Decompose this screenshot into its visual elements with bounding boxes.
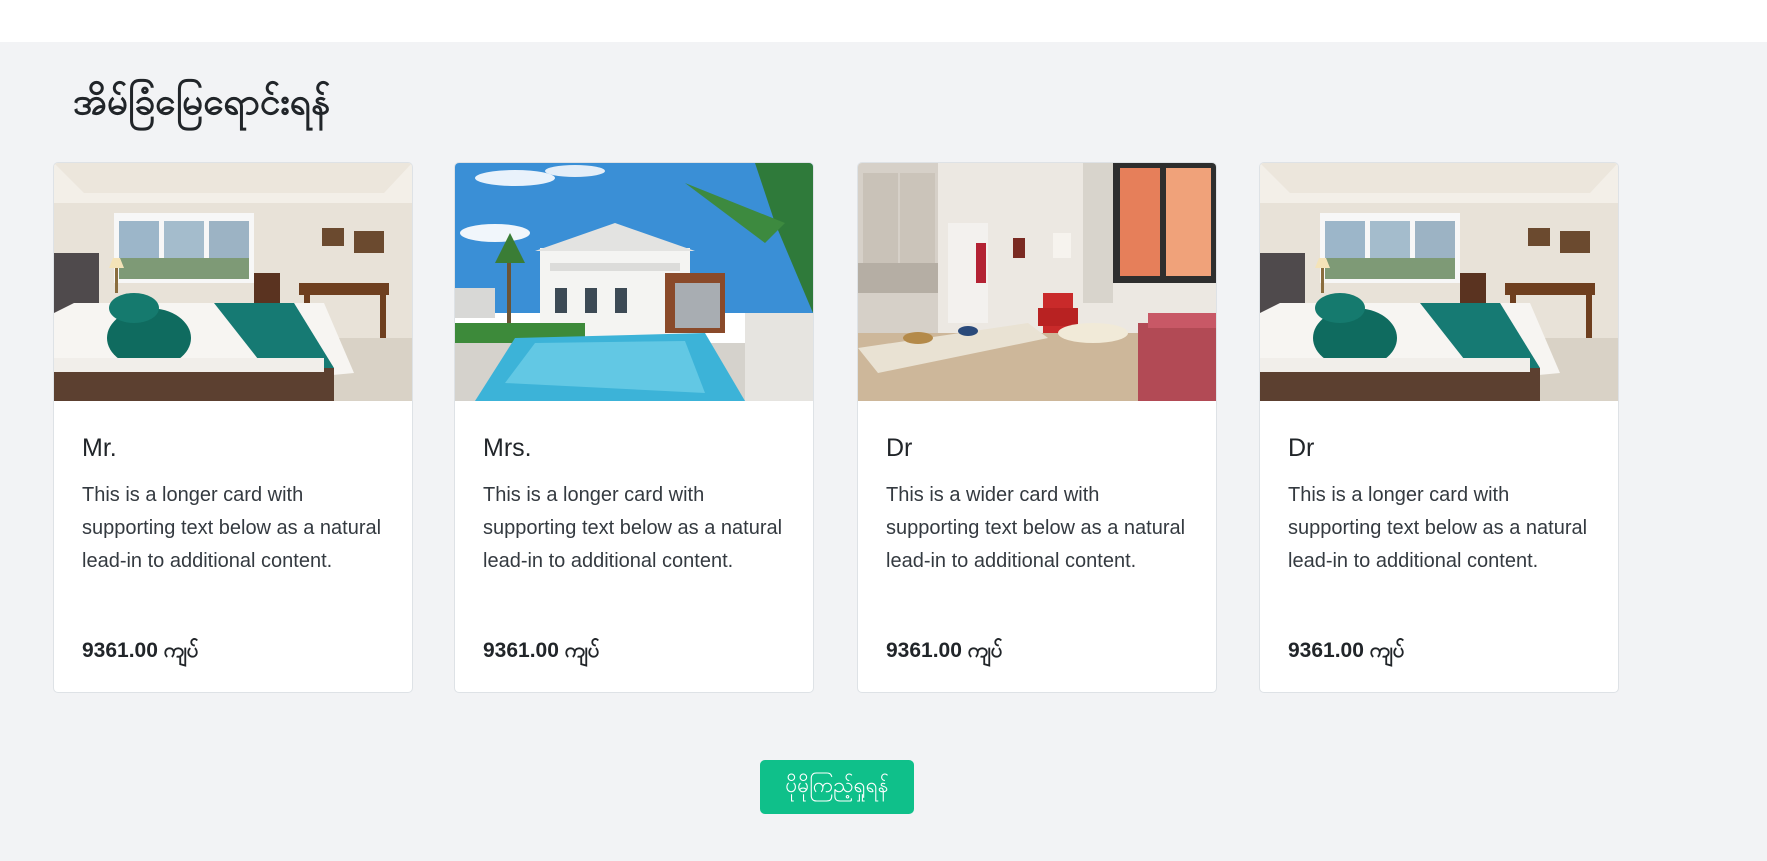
property-card[interactable]: Mr. This is a longer card with supportin… (53, 162, 413, 693)
bedroom-photo (1260, 163, 1618, 401)
card-title: Dr (886, 434, 913, 462)
property-card[interactable]: Mrs. This is a longer card with supporti… (454, 162, 814, 693)
property-card[interactable]: Dr This is a longer card with supporting… (1259, 162, 1619, 693)
view-more-button[interactable]: ပိုမိုကြည့်ရှုရန် (760, 760, 914, 814)
living-room-photo (858, 163, 1216, 401)
card-title: Dr (1288, 434, 1315, 462)
card-price: 9361.00 ကျပ် (1288, 639, 1405, 662)
listings-section: အိမ်ခြံမြေရောင်းရန် Mr. This is a longer… (0, 42, 1767, 861)
section-heading: အိမ်ခြံမြေရောင်းရန် (73, 80, 331, 123)
card-title: Mr. (82, 434, 117, 462)
house-pool-photo (455, 163, 813, 401)
card-text: This is a longer card with supporting te… (483, 484, 783, 572)
property-card[interactable]: Dr This is a wider card with supporting … (857, 162, 1217, 693)
card-text: This is a wider card with supporting tex… (886, 484, 1186, 572)
card-price: 9361.00 ကျပ် (886, 639, 1003, 662)
card-text: This is a longer card with supporting te… (82, 484, 382, 572)
top-bar (0, 0, 1767, 42)
card-price: 9361.00 ကျပ် (82, 639, 199, 662)
card-title: Mrs. (483, 434, 532, 462)
card-text: This is a longer card with supporting te… (1288, 484, 1588, 572)
card-price: 9361.00 ကျပ် (483, 639, 600, 662)
bedroom-photo (54, 163, 412, 401)
